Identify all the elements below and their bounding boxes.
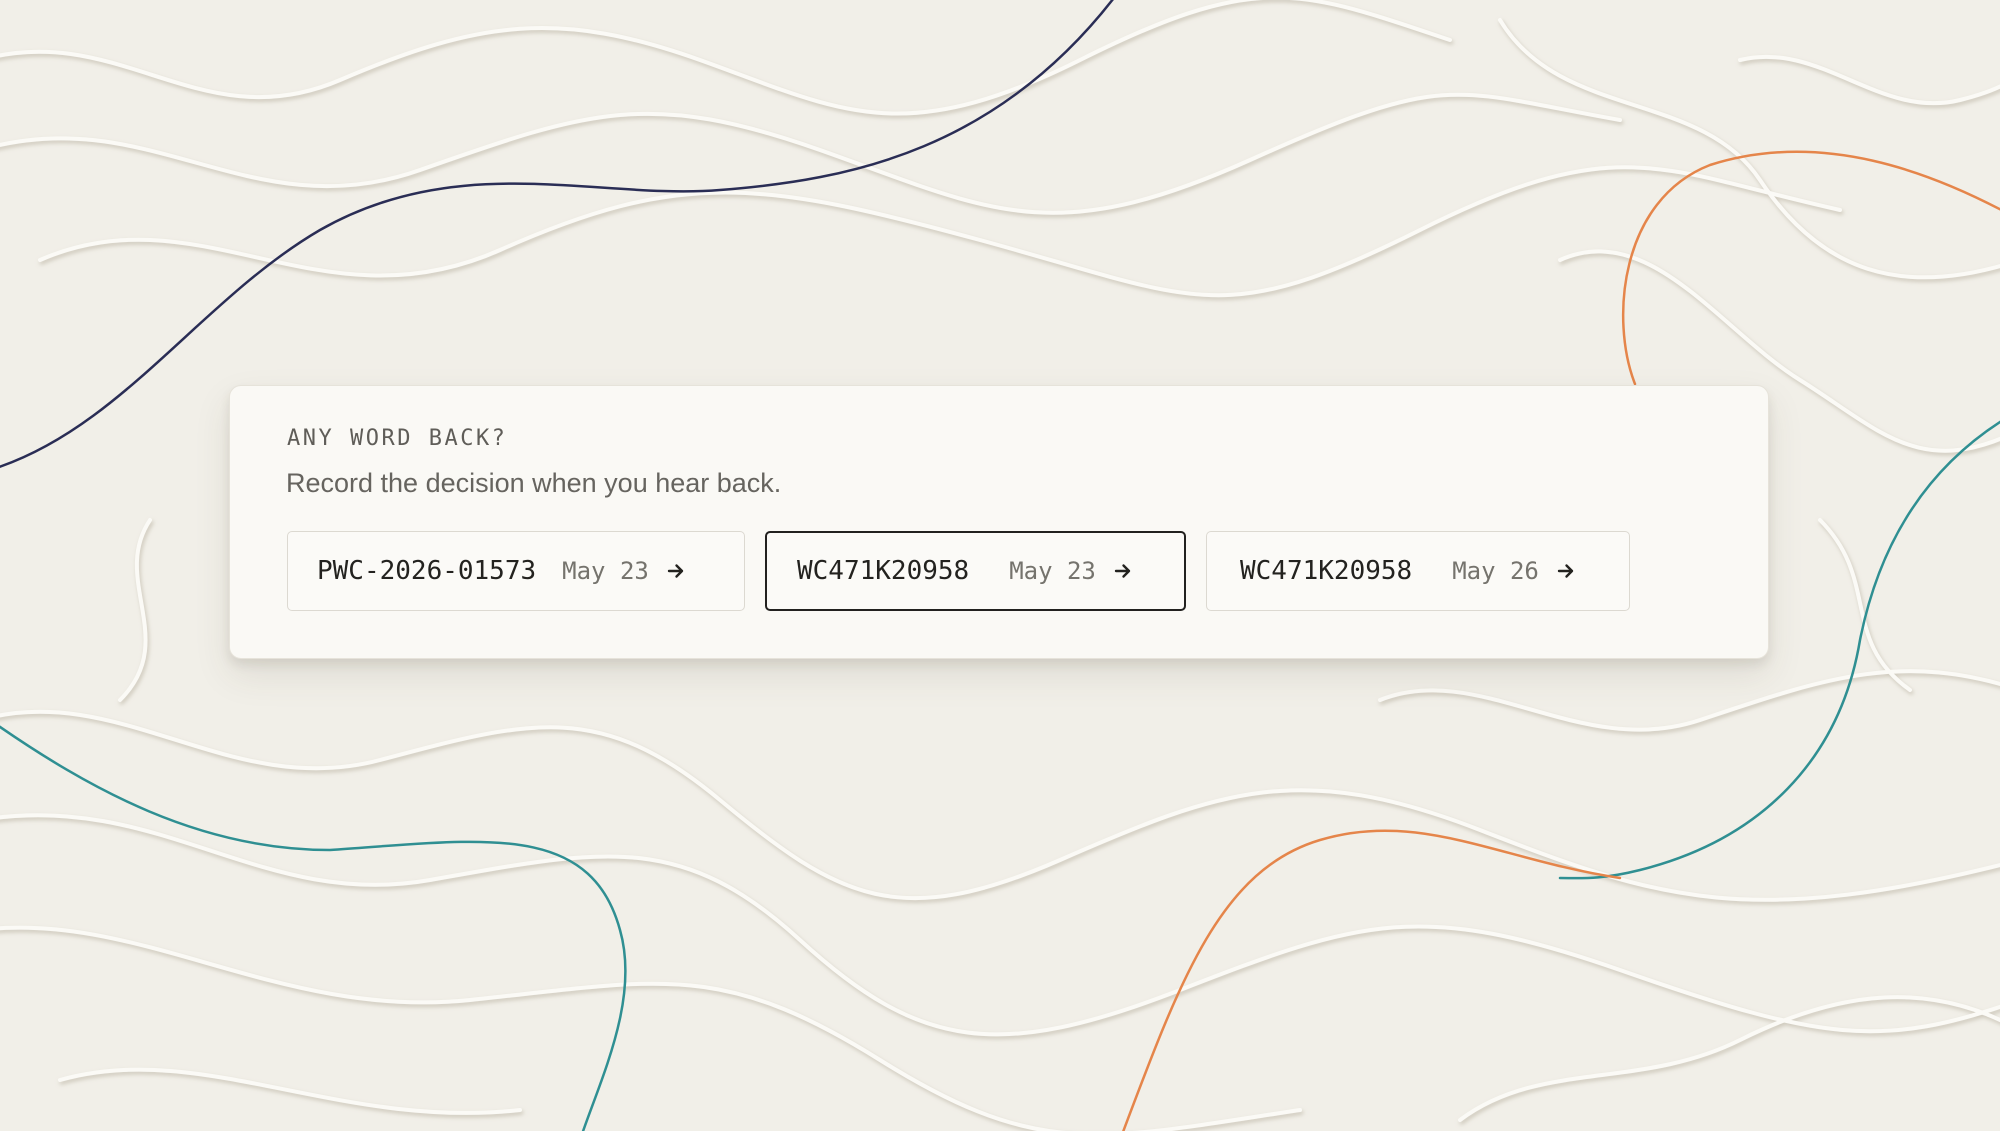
claim-button-wc471k20958-may-26[interactable]: WC471K20958 May 26 (1206, 531, 1630, 611)
claim-date: May 26 (1452, 557, 1539, 585)
prompt-eyebrow: ANY WORD BACK? (287, 426, 508, 451)
claim-button-pwc-2026-01573[interactable]: PWC-2026-01573 May 23 (287, 531, 745, 611)
arrow-right-icon (667, 564, 684, 578)
claim-id: WC471K20958 (797, 556, 970, 586)
claim-date: May 23 (562, 557, 649, 585)
teal-thread-left (0, 725, 627, 1131)
claim-id: WC471K20958 (1240, 556, 1413, 586)
decision-prompt-card: ANY WORD BACK? Record the decision when … (229, 385, 1769, 659)
background-canvas: ANY WORD BACK? Record the decision when … (0, 0, 2000, 1131)
claim-button-wc471k20958-may-23[interactable]: WC471K20958 May 23 (765, 531, 1186, 611)
orange-thread (1621, 150, 2000, 386)
claim-date: May 23 (1009, 557, 1096, 585)
claim-id: PWC-2026-01573 (317, 556, 537, 586)
prompt-subtitle: Record the decision when you hear back. (286, 468, 782, 498)
arrow-right-icon (1557, 564, 1574, 578)
arrow-right-icon (1114, 564, 1131, 578)
